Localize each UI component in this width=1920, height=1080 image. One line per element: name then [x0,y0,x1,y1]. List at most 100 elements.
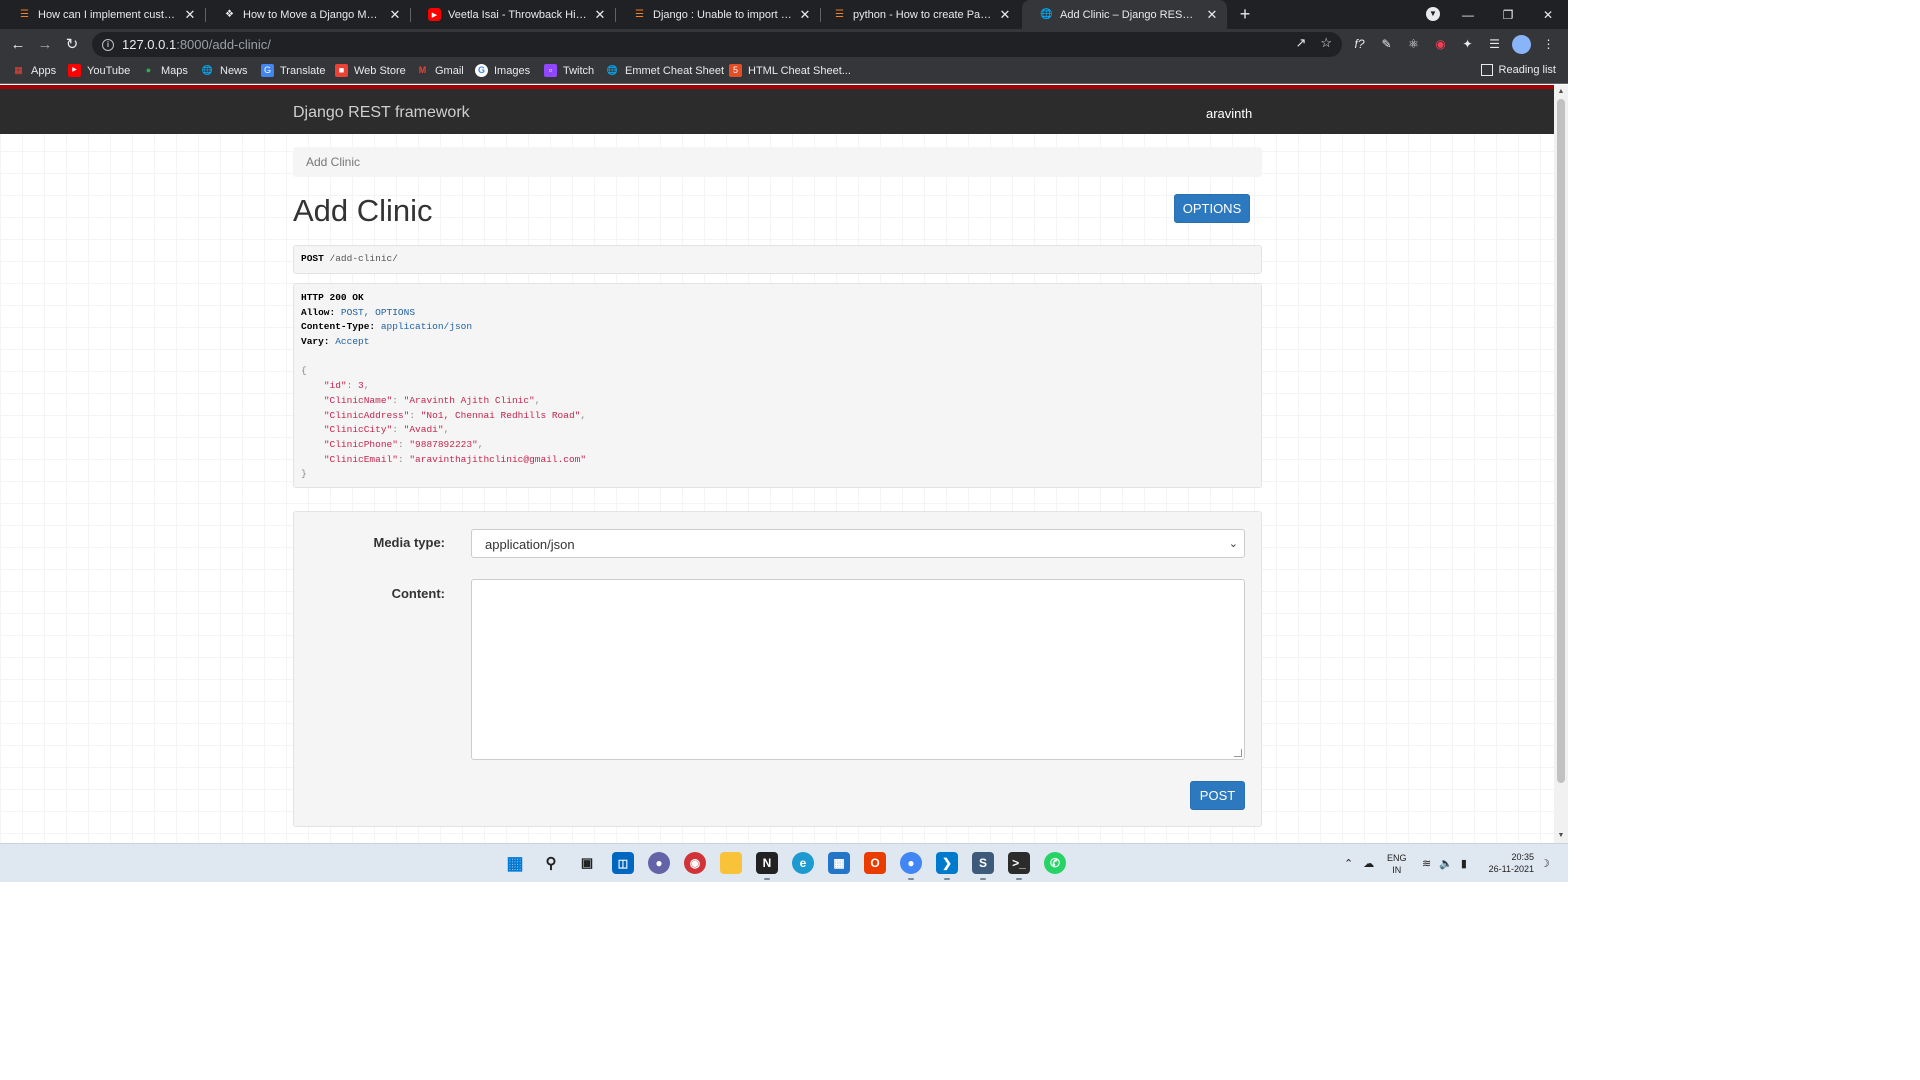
youtube-icon: ▶ [428,8,441,21]
site-icon: ❖ [225,9,234,20]
bookmark-images[interactable]: G Images [475,64,530,77]
windows-start-icon[interactable]: ▦ [504,852,526,874]
google-icon: G [475,64,488,77]
pen-extension-icon[interactable]: ✎ [1377,35,1396,54]
app-red-icon[interactable]: ◉ [684,852,706,874]
json-value: "aravinthajithclinic@gmail.com" [409,453,587,465]
bookmark-twitch[interactable]: ▫ Twitch [544,64,594,77]
content-textarea[interactable] [471,579,1245,760]
bookmark-youtube[interactable]: ▶ YouTube [68,64,130,77]
forward-arrow-icon[interactable]: → [35,35,55,55]
resize-handle-icon[interactable] [1234,749,1242,757]
search-icon[interactable]: ⚲ [540,852,562,874]
profile-avatar[interactable] [1512,35,1531,54]
chrome-icon[interactable]: ● [900,852,922,880]
json-value: "Avadi" [403,424,444,436]
bookmark-translate[interactable]: G Translate [261,64,325,77]
close-icon[interactable]: ✕ [998,7,1012,23]
reload-icon[interactable]: ↻ [62,35,82,55]
json-key: "id" [323,380,347,392]
scrollbar-thumb[interactable] [1557,99,1565,783]
breadcrumb-item[interactable]: Add Clinic [306,155,360,169]
scroll-down-icon[interactable]: ▼ [1557,832,1565,840]
onedrive-cloud-icon[interactable]: ☁ [1363,857,1374,870]
browser-tab[interactable]: ☰ Django : Unable to import mode ✕ [615,0,820,29]
extensions-puzzle-icon[interactable]: ✦ [1458,35,1477,54]
json-key: "ClinicCity" [323,424,393,436]
content-label: Content: [391,586,445,601]
restore-icon[interactable]: ❐ [1488,8,1528,22]
quick-settings[interactable]: ≋ 🔈 ▮ [1422,844,1467,883]
stackoverflow-icon: ☰ [835,9,844,20]
html5-icon: 5 [729,64,742,77]
media-type-select[interactable]: application/json ⌄ [471,529,1245,558]
json-value: "No1, Chennai Redhills Road" [420,409,581,421]
webstore-icon: ■ [335,64,348,77]
browser-tab[interactable]: ☰ python - How to create Passwor ✕ [815,0,1020,29]
react-devtools-icon[interactable]: ⚛ [1404,35,1423,54]
close-icon[interactable]: ✕ [388,7,402,23]
share-icon[interactable]: ↗ [1295,35,1306,51]
widgets-icon[interactable]: ◫ [612,852,634,874]
reading-list-button[interactable]: Reading list [1480,64,1556,76]
teams-chat-icon[interactable]: ● [648,852,670,874]
task-view-icon[interactable]: ▣ [576,852,598,874]
new-tab-button[interactable]: + [1236,4,1254,24]
clock[interactable]: 20:35 26-11-2021 [1484,851,1534,875]
bookmark-maps[interactable]: ● Maps [142,64,188,77]
chevron-up-icon[interactable]: ⌃ [1344,857,1353,870]
store-icon[interactable]: ▦ [828,852,850,874]
json-open-brace: { [301,365,307,377]
minimize-icon[interactable]: — [1448,8,1488,22]
brand-link[interactable]: Django REST framework [293,104,470,122]
close-icon[interactable]: ✕ [1205,7,1219,23]
back-arrow-icon[interactable]: ← [8,35,28,55]
vscode-icon[interactable]: ❯ [936,852,958,880]
page-scrollbar[interactable]: ▲ ▼ [1554,85,1568,843]
wifi-icon: ≋ [1422,858,1432,870]
bookmark-html-cheat-sheet[interactable]: 5 HTML Cheat Sheet... [729,64,851,77]
close-icon[interactable]: ✕ [593,7,607,23]
header-value: Accept [335,336,370,348]
bookmark-web-store[interactable]: ■ Web Store [335,64,406,77]
address-bar[interactable]: i 127.0.0.1:8000/add-clinic/ ↗ ☆ [92,32,1342,57]
edge-icon[interactable]: e [792,852,814,874]
browser-tab-active[interactable]: 🌐 Add Clinic – Django REST framew ✕ [1022,0,1227,29]
request-info: POST /add-clinic/ [293,245,1262,274]
pocket-extension-icon[interactable]: ◉ [1431,35,1450,54]
bookmark-emmet[interactable]: 🌐 Emmet Cheat Sheet [606,64,724,77]
notifications-icon[interactable]: ☽ [1540,844,1550,883]
media-control-icon[interactable]: ☰ [1485,35,1504,54]
browser-tab[interactable]: ❖ How to Move a Django Model to ✕ [205,0,410,29]
bookmark-gmail[interactable]: M Gmail [416,64,464,77]
twitch-icon: ▫ [544,64,557,77]
language-indicator[interactable]: ENG IN [1387,852,1407,876]
post-button[interactable]: POST [1190,781,1245,810]
office-icon[interactable]: O [864,852,886,874]
tab-search-icon[interactable]: ▼ [1426,7,1440,21]
close-window-icon[interactable]: ✕ [1528,8,1568,22]
menu-dots-icon[interactable]: ⋮ [1539,35,1558,54]
close-icon[interactable]: ✕ [183,7,197,23]
json-key: "ClinicAddress" [323,409,410,421]
windows-taskbar: ▦ ⚲ ▣ ◫ ● ◉ N e ▦ O ● ❯ S >_ ✆ ⌃ ☁ ENG I… [0,843,1568,882]
browser-toolbar: ← → ↻ i 127.0.0.1:8000/add-clinic/ ↗ ☆ f… [0,29,1568,60]
whatsapp-icon[interactable]: ✆ [1044,852,1066,874]
notion-icon[interactable]: N [756,852,778,880]
bookmark-news[interactable]: 🌐 News [201,64,248,77]
user-menu[interactable]: aravinth [1206,106,1252,121]
bookmark-star-icon[interactable]: ☆ [1320,35,1332,51]
close-icon[interactable]: ✕ [798,7,812,23]
options-button[interactable]: OPTIONS [1174,194,1250,223]
response-status: HTTP 200 OK [301,292,364,303]
file-explorer-icon[interactable] [720,852,742,874]
browser-tab[interactable]: ▶ Veetla Isai - Throwback Hits Juke ✕ [410,0,615,29]
site-info-icon[interactable]: i [102,38,114,51]
scroll-up-icon[interactable]: ▲ [1557,88,1565,96]
sublime-icon[interactable]: S [972,852,994,880]
bookmark-apps[interactable]: ▦ Apps [12,64,56,77]
browser-tab[interactable]: ☰ How can I implement custom use ✕ [0,0,205,29]
formula-extension-icon[interactable]: f? [1350,35,1369,54]
terminal-icon[interactable]: >_ [1008,852,1030,880]
request-path: /add-clinic/ [329,253,398,264]
